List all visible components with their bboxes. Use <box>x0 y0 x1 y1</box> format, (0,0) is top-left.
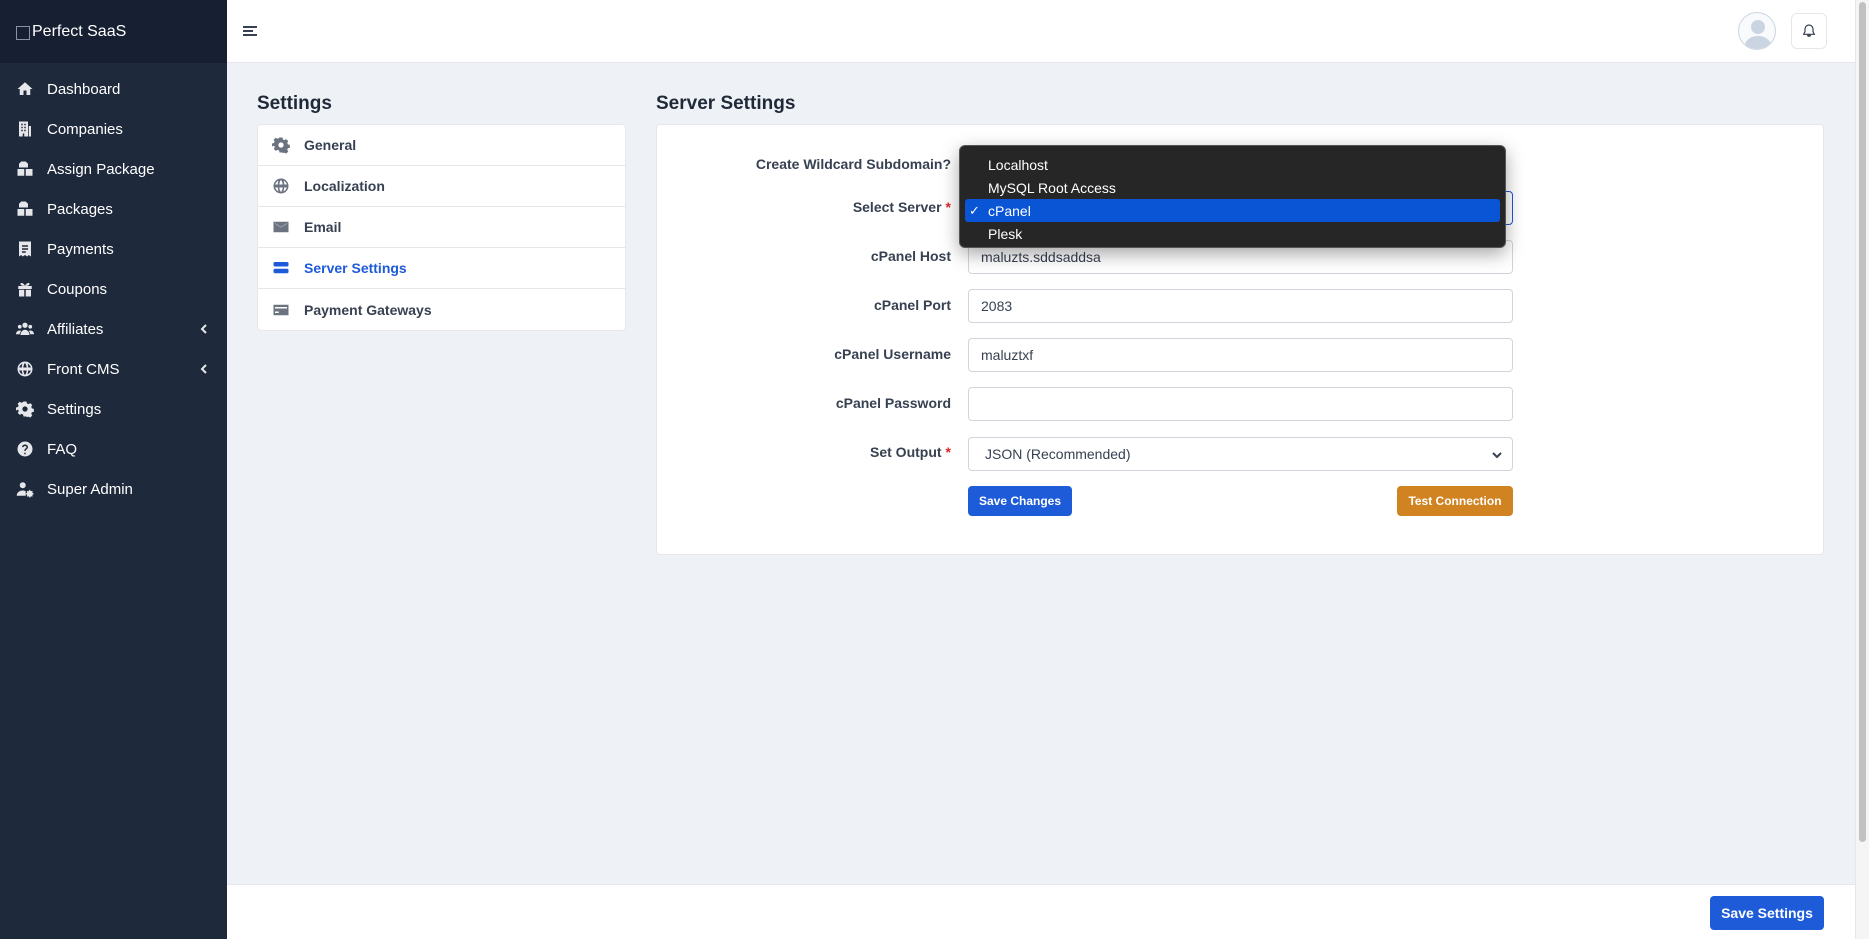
sidebar-item-coupons[interactable]: Coupons <box>0 269 227 309</box>
settings-menu-localization[interactable]: Localization <box>258 166 625 207</box>
settings-heading: Settings <box>257 93 332 114</box>
save-settings-button[interactable]: Save Settings <box>1710 896 1824 930</box>
envelope-icon <box>273 221 289 233</box>
cpanel-port-input[interactable]: 2083 <box>968 289 1513 323</box>
settings-menu-payment-gateways[interactable]: Payment Gateways <box>258 289 625 330</box>
cpanel-host-label: cPanel Host <box>870 248 951 264</box>
save-changes-button[interactable]: Save Changes <box>968 486 1072 516</box>
sidebar-item-assign-package[interactable]: Assign Package <box>0 149 227 189</box>
sidebar-item-faq[interactable]: FAQ <box>0 429 227 469</box>
sidebar-item-label: Payments <box>47 240 114 258</box>
checkmark-icon: ✓ <box>969 202 980 218</box>
settings-menu-general[interactable]: General <box>258 125 625 166</box>
gear-icon <box>16 401 34 418</box>
sidebar-item-label: Companies <box>47 120 123 138</box>
server-option-cpanel[interactable]: ✓ cPanel <box>965 199 1500 222</box>
brand-logo[interactable]: Perfect SaaS <box>0 0 227 63</box>
scrollbar[interactable] <box>1855 0 1869 939</box>
server-option-localhost[interactable]: Localhost <box>965 153 1500 176</box>
settings-menu-label: Server Settings <box>304 260 407 276</box>
chevron-left-icon <box>200 324 207 334</box>
settings-menu-email[interactable]: Email <box>258 207 625 248</box>
cpanel-password-label: cPanel Password <box>835 395 951 411</box>
sidebar-item-label: Coupons <box>47 280 108 298</box>
receipt-icon <box>19 241 31 257</box>
sidebar-item-label: FAQ <box>47 440 78 458</box>
sidebar-item-label: Super Admin <box>47 480 133 498</box>
server-option-mysql-root[interactable]: MySQL Root Access <box>965 176 1500 199</box>
sidebar-item-dashboard[interactable]: Dashboard <box>0 69 227 109</box>
server-option-plesk[interactable]: Plesk <box>965 222 1500 245</box>
output-select[interactable]: JSON (Recommended) <box>968 437 1513 471</box>
settings-menu: General Localization Email Server Settin… <box>257 124 626 331</box>
server-label: Select Server * <box>852 199 951 215</box>
home-icon <box>17 82 33 95</box>
cpanel-password-input[interactable] <box>968 387 1513 421</box>
menu-toggle-icon[interactable] <box>243 26 257 38</box>
sidebar-nav: Dashboard Companies Assign Package Packa… <box>0 63 227 509</box>
globe-icon <box>17 361 33 377</box>
sidebar-item-packages[interactable]: Packages <box>0 189 227 229</box>
sidebar-item-label: Packages <box>47 200 113 218</box>
chevron-left-icon <box>200 364 207 374</box>
credit-card-icon <box>273 304 289 315</box>
wildcard-label: Create Wildcard Subdomain? <box>755 156 951 172</box>
page-title: Server Settings <box>656 93 796 114</box>
sidebar-item-label: Assign Package <box>47 160 155 178</box>
sidebar-item-affiliates[interactable]: Affiliates <box>0 309 227 349</box>
sidebar-item-label: Front CMS <box>47 360 120 378</box>
settings-menu-label: Payment Gateways <box>304 301 432 318</box>
users-icon <box>16 322 34 335</box>
server-icon <box>273 262 289 274</box>
user-avatar-icon <box>1744 20 1772 49</box>
sidebar-item-super-admin[interactable]: Super Admin <box>0 469 227 509</box>
cpanel-username-input[interactable]: maluztxf <box>968 338 1513 372</box>
sidebar-item-companies[interactable]: Companies <box>0 109 227 149</box>
output-select-value: JSON (Recommended) <box>985 446 1131 462</box>
sidebar-item-label: Settings <box>47 400 102 418</box>
cpanel-username-label: cPanel Username <box>834 346 951 362</box>
sidebar-item-label: Affiliates <box>47 320 104 338</box>
globe-icon <box>273 178 289 194</box>
test-connection-button[interactable]: Test Connection <box>1397 486 1513 516</box>
output-label: Set Output * <box>870 444 951 460</box>
sidebar-item-settings[interactable]: Settings <box>0 389 227 429</box>
settings-menu-server-settings[interactable]: Server Settings <box>258 248 625 289</box>
gift-icon <box>18 282 32 297</box>
settings-menu-label: Email <box>304 219 342 235</box>
gear-icon <box>272 137 290 154</box>
question-circle-icon <box>17 441 33 457</box>
user-gear-icon <box>16 482 34 498</box>
server-select-dropdown: Localhost MySQL Root Access ✓ cPanel Ples… <box>959 145 1506 248</box>
sidebar-item-front-cms[interactable]: Front CMS <box>0 349 227 389</box>
notifications-button[interactable] <box>1791 13 1827 49</box>
building-icon <box>19 121 31 137</box>
scrollbar-thumb[interactable] <box>1859 2 1866 842</box>
settings-menu-label: Localization <box>304 178 385 194</box>
avatar[interactable] <box>1738 12 1776 50</box>
boxes-icon <box>17 201 33 216</box>
brand-alt-text: Perfect SaaS <box>32 22 127 40</box>
cpanel-port-label: cPanel Port <box>873 297 951 313</box>
broken-image-icon <box>16 25 30 40</box>
footer-bar: Save Settings <box>227 884 1855 939</box>
boxes-icon <box>17 161 33 176</box>
topbar <box>227 0 1855 63</box>
chevron-down-icon <box>1492 452 1502 459</box>
sidebar: Perfect SaaS Dashboard Companies Assign … <box>0 0 227 939</box>
sidebar-item-payments[interactable]: Payments <box>0 229 227 269</box>
bell-icon <box>1802 24 1816 37</box>
settings-menu-label: General <box>304 137 357 153</box>
sidebar-item-label: Dashboard <box>47 80 121 98</box>
